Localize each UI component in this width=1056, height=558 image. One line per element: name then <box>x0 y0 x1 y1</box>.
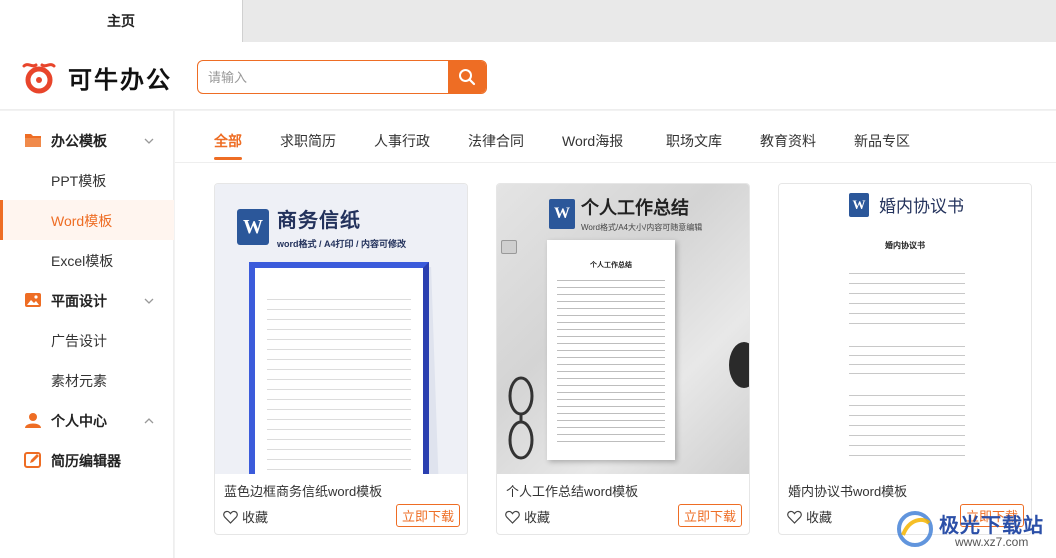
favorite-label: 收藏 <box>524 510 551 525</box>
tab-home-label: 主页 <box>107 13 135 29</box>
tab-legal-contract[interactable]: 法律合同 <box>468 131 524 151</box>
sidebar-item-label: 广告设计 <box>51 333 107 349</box>
search-input[interactable] <box>198 61 450 93</box>
chevron-up-icon <box>144 418 154 424</box>
heart-icon <box>505 510 520 524</box>
sidebar-category-office[interactable]: 办公模板 <box>0 120 174 160</box>
category-tabs: 全部 求职简历 人事行政 法律合同 Word海报 职场文库 教育资料 新品专区 <box>175 111 1056 163</box>
tab-education[interactable]: 教育资料 <box>760 131 816 151</box>
tab-resume[interactable]: 求职简历 <box>280 131 336 151</box>
sidebar-category-personal[interactable]: 个人中心 <box>0 400 174 440</box>
sidebar-item-label: Word模板 <box>51 213 113 229</box>
search-box <box>197 60 487 94</box>
thumb-doc-lines <box>849 264 965 328</box>
chevron-down-icon <box>144 138 154 144</box>
sidebar-category-resume-editor[interactable]: 简历编辑器 <box>0 440 174 480</box>
sidebar-item-label: PPT模板 <box>51 173 107 189</box>
download-button[interactable]: 立即下载 <box>678 504 742 527</box>
favorite-button[interactable]: 收藏 <box>223 507 268 526</box>
watermark-logo-icon <box>897 511 933 547</box>
user-icon <box>25 413 41 428</box>
edit-icon <box>24 452 41 468</box>
word-icon: W <box>549 198 575 229</box>
sidebar-item-excel[interactable]: Excel模板 <box>0 240 174 280</box>
word-icon: W <box>237 209 269 245</box>
download-button[interactable]: 立即下载 <box>396 504 460 527</box>
thumb-subheading: word格式 / A4打印 / 内容可修改 <box>277 239 407 249</box>
tab-all[interactable]: 全部 <box>214 131 242 160</box>
template-card[interactable]: W 个人工作总结 Word格式/A4大小/内容可随意编辑 个人工作总结 个人工作… <box>496 183 750 535</box>
sidebar-category-label: 平面设计 <box>51 293 107 309</box>
thumb-coffee-cup <box>729 342 749 388</box>
heart-icon <box>223 510 238 524</box>
search-icon <box>459 69 476 86</box>
image-icon <box>25 293 41 307</box>
watermark-url: www.xz7.com <box>955 535 1029 549</box>
thumb-doc-title: 个人工作总结 <box>590 262 632 269</box>
thumb-binder-clip <box>501 240 517 254</box>
thumb-heading: 个人工作总结 <box>581 198 689 218</box>
template-thumbnail[interactable]: W 商务信纸 word格式 / A4打印 / 内容可修改 <box>215 184 467 474</box>
logo-icon <box>22 62 56 93</box>
card-title[interactable]: 婚内协议书word模板 <box>788 481 907 500</box>
word-icon: W <box>849 192 869 217</box>
card-title[interactable]: 个人工作总结word模板 <box>506 481 638 500</box>
sidebar-item-word[interactable]: Word模板 <box>0 200 174 240</box>
favorite-button[interactable]: 收藏 <box>787 507 832 526</box>
sidebar-category-graphic[interactable]: 平面设计 <box>0 280 174 320</box>
tab-new-products[interactable]: 新品专区 <box>854 131 910 151</box>
template-card[interactable]: W 商务信纸 word格式 / A4打印 / 内容可修改 蓝色边框商务信纸wor… <box>214 183 468 535</box>
template-thumbnail[interactable]: W 婚内协议书 婚内协议书 <box>779 184 1031 474</box>
template-thumbnail[interactable]: W 个人工作总结 Word格式/A4大小/内容可随意编辑 个人工作总结 <box>497 184 749 474</box>
tab-word-poster[interactable]: Word海报 <box>562 131 623 151</box>
favorite-label: 收藏 <box>242 510 269 525</box>
card-title[interactable]: 蓝色边框商务信纸word模板 <box>224 481 382 500</box>
thumb-heading: 商务信纸 <box>277 210 361 232</box>
chevron-down-icon <box>144 298 154 304</box>
folder-icon <box>25 134 41 147</box>
search-button[interactable] <box>448 61 486 93</box>
sidebar: 办公模板 PPT模板 Word模板 Excel模板 平面设计 广告设计 素材元素… <box>0 111 174 558</box>
tab-hr-admin[interactable]: 人事行政 <box>374 131 430 151</box>
tab-workplace-library[interactable]: 职场文库 <box>666 131 722 151</box>
template-card[interactable]: W 婚内协议书 婚内协议书 婚内协议书word模板 收藏 立即下载 <box>778 183 1032 535</box>
app-logo[interactable]: 可牛办公 <box>20 60 172 95</box>
thumb-doc-title: 婚内协议书 <box>885 241 925 250</box>
main-content: 全部 求职简历 人事行政 法律合同 Word海报 职场文库 教育资料 新品专区 … <box>175 111 1056 558</box>
sidebar-category-label: 简历编辑器 <box>51 453 121 469</box>
header: 可牛办公 <box>0 42 1056 110</box>
thumb-subheading: Word格式/A4大小/内容可随意编辑 <box>581 223 703 232</box>
watermark-text: 极光下载站 <box>939 515 1044 537</box>
sidebar-category-label: 办公模板 <box>51 133 107 149</box>
tab-home[interactable]: 主页 <box>0 0 242 42</box>
site-watermark: 极光下载站 www.xz7.com <box>893 505 1053 557</box>
sidebar-item-ppt[interactable]: PPT模板 <box>0 160 174 200</box>
thumb-paper <box>249 262 429 474</box>
sidebar-item-label: Excel模板 <box>51 253 114 269</box>
app-name: 可牛办公 <box>68 67 172 94</box>
tab-bar-empty <box>242 0 1056 42</box>
sidebar-category-label: 个人中心 <box>51 413 107 429</box>
thumb-doc-lines <box>849 386 965 462</box>
favorite-label: 收藏 <box>806 510 833 525</box>
sidebar-item-ad-design[interactable]: 广告设计 <box>0 320 174 360</box>
thumb-glasses <box>508 376 534 460</box>
sidebar-item-materials[interactable]: 素材元素 <box>0 360 174 400</box>
thumb-heading: 婚内协议书 <box>879 197 964 216</box>
heart-icon <box>787 510 802 524</box>
window-tab-bar: 主页 <box>0 0 1056 42</box>
favorite-button[interactable]: 收藏 <box>505 507 550 526</box>
thumb-doc-lines <box>849 338 965 378</box>
sidebar-item-label: 素材元素 <box>51 373 107 389</box>
thumb-document: 个人工作总结 <box>547 240 675 460</box>
